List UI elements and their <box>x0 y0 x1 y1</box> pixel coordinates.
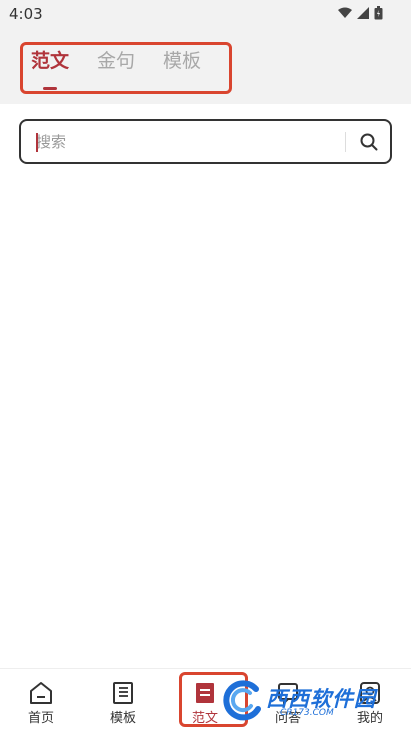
signal-icon <box>357 7 369 19</box>
nav-item-qa[interactable]: 问答 <box>258 681 318 729</box>
nav-label-essays: 范文 <box>191 711 218 726</box>
search-input[interactable] <box>36 130 336 154</box>
battery-icon <box>374 6 383 20</box>
nav-item-essays[interactable]: 范文 <box>175 681 235 729</box>
qa-icon <box>278 683 298 705</box>
nav-label-home: 首页 <box>27 711 54 726</box>
tab-quotes[interactable]: 金句 <box>97 46 135 73</box>
active-tab-indicator <box>43 87 57 90</box>
profile-icon <box>360 682 380 704</box>
nav-item-home[interactable]: 首页 <box>11 681 71 729</box>
home-icon <box>30 682 52 704</box>
bottom-nav: 首页 模板 范文 问答 我的 <box>0 668 411 731</box>
tab-essays[interactable]: 范文 <box>31 46 69 73</box>
text-cursor <box>36 133 38 152</box>
nav-item-profile[interactable]: 我的 <box>340 681 400 729</box>
status-icons <box>338 6 383 20</box>
search-icon[interactable] <box>358 131 380 153</box>
search-bar <box>19 119 392 164</box>
search-divider <box>345 132 346 152</box>
status-bar: 4:03 <box>0 0 411 28</box>
nav-item-templates[interactable]: 模板 <box>93 681 153 729</box>
screen: 4:03 范文 金句 模板 搜索 首页 模板 范文 问答 我的 西西软件园 CR… <box>0 0 411 731</box>
nav-label-templates: 模板 <box>109 711 136 726</box>
nav-label-qa: 问答 <box>274 711 301 726</box>
tab-templates[interactable]: 模板 <box>163 46 201 73</box>
status-time: 4:03 <box>9 5 43 23</box>
wifi-icon <box>338 7 352 18</box>
top-tabs: 范文 金句 模板 <box>0 28 411 104</box>
nav-label-profile: 我的 <box>356 711 383 726</box>
essay-icon <box>196 683 214 703</box>
template-icon <box>113 682 133 704</box>
